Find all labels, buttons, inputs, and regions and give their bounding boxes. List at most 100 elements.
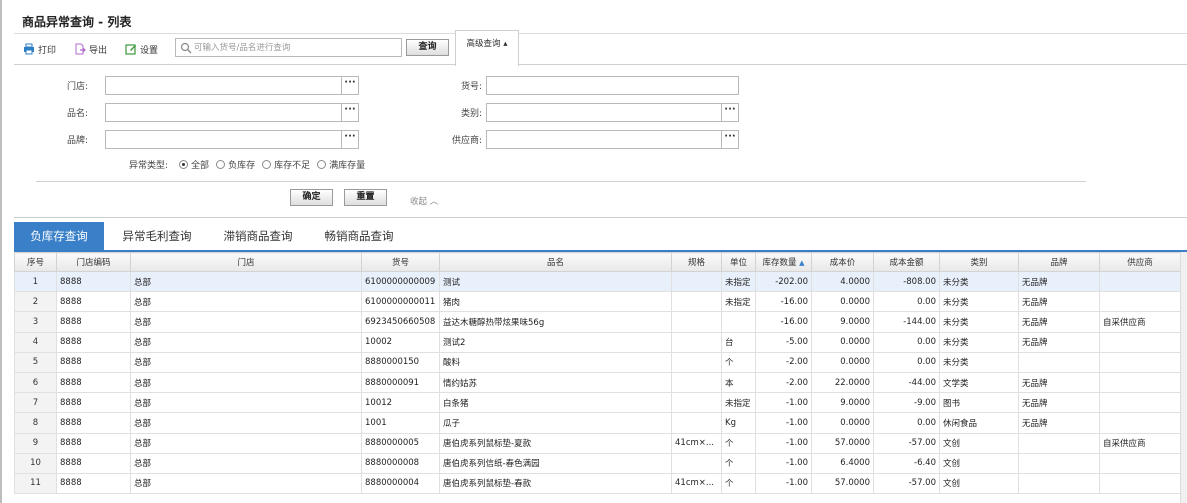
col-header-item-no[interactable]: 货号 xyxy=(361,252,440,272)
cell-brand: 无品牌 xyxy=(1018,371,1100,394)
table-row[interactable]: 5 8888 总部 8880000150 酸料 个 -2.00 0.0000 0.00 未分类 xyxy=(14,351,1181,373)
store-field[interactable]: ··· xyxy=(105,76,359,95)
cell-spec xyxy=(671,371,722,394)
app-frame: 商品异常查询 - 列表 打印 导出 设置 可输入货号/品名进行查询 查询 高级查… xyxy=(0,0,1187,503)
cell-store-code: 8888 xyxy=(56,291,131,313)
brand-field[interactable]: ··· xyxy=(105,130,359,149)
cell-category: 文学类 xyxy=(939,371,1019,394)
col-header-stock-qty[interactable]: 库存数量 ▲ xyxy=(755,252,812,272)
reset-button[interactable]: 重置 xyxy=(344,189,387,206)
brand-picker-button[interactable]: ··· xyxy=(341,131,358,148)
category-label: 类别: xyxy=(460,109,482,119)
radio-full-stock-label: 满库存量 xyxy=(329,161,366,171)
cell-supplier xyxy=(1099,331,1181,353)
cell-supplier: 自采供应商 xyxy=(1099,311,1181,333)
product-name-picker-button[interactable]: ··· xyxy=(341,104,358,121)
table-row[interactable]: 1 8888 总部 6100000000009 测试 未指定 -202.00 4.0000 -8… xyxy=(14,270,1181,293)
tab-slow-moving[interactable]: 滞销商品查询 xyxy=(212,222,304,250)
supplier-picker-button[interactable]: ··· xyxy=(721,131,738,148)
cell-item-no: 1001 xyxy=(361,412,440,434)
category-picker-button[interactable]: ··· xyxy=(721,104,738,121)
search-icon xyxy=(180,42,192,54)
advanced-query-tab[interactable]: 高级查询 ▴ xyxy=(455,30,519,66)
cell-brand xyxy=(1018,351,1100,373)
radio-negative-stock[interactable] xyxy=(216,160,226,169)
search-input[interactable] xyxy=(194,40,399,55)
tab-negative-stock[interactable]: 负库存查询 xyxy=(14,222,104,250)
table-row[interactable]: 2 8888 总部 6100000000011 猪肉 未指定 -16.00 0.0000 0.0… xyxy=(14,291,1181,313)
abnormal-type-group: 异常类型: 全部 负库存 库存不足 满库存量 xyxy=(129,158,369,171)
cell-supplier xyxy=(1099,412,1181,434)
result-table: 序号 门店编码 门店 货号 品名 规格 单位 库存数量 ▲ 成本价 成本金额 类… xyxy=(14,252,1181,495)
col-header-seq[interactable]: 序号 xyxy=(14,252,57,272)
row-seq: 2 xyxy=(14,291,57,313)
col-header-spec[interactable]: 规格 xyxy=(671,252,722,272)
cell-cost-amount: -6.40 xyxy=(873,452,940,474)
cell-product-name: 白条猪 xyxy=(439,392,672,414)
cell-unit: 未指定 xyxy=(721,270,756,293)
table-row[interactable]: 11 8888 总部 8880000004 唐伯虎系列鼠标垫-春款 41cm×... 个 -1… xyxy=(14,472,1181,495)
col-header-supplier[interactable]: 供应商 xyxy=(1099,252,1181,272)
table-row[interactable]: 10 8888 总部 8880000008 唐伯虎系列信纸-春色满园 个 -1.00 6.40… xyxy=(14,452,1181,474)
col-header-product-name[interactable]: 品名 xyxy=(439,252,672,272)
col-header-cost-price[interactable]: 成本价 xyxy=(811,252,874,272)
collapse-link[interactable]: 收起 ︿ xyxy=(410,195,438,207)
cell-stock-qty: -5.00 xyxy=(755,331,812,353)
cell-supplier: 自采供应商 xyxy=(1099,432,1181,454)
export-button[interactable]: 导出 xyxy=(74,41,107,57)
table-row[interactable]: 8 8888 总部 1001 瓜子 Kg -1.00 0.0000 0.00 休闲食品 无品牌 xyxy=(14,412,1181,434)
cell-category: 未分类 xyxy=(939,351,1019,373)
export-icon xyxy=(75,43,86,55)
col-header-store[interactable]: 门店 xyxy=(130,252,362,272)
tab-best-selling[interactable]: 畅销商品查询 xyxy=(313,222,405,250)
cell-cost-price: 0.0000 xyxy=(811,412,874,434)
category-field[interactable]: ··· xyxy=(486,103,739,122)
store-picker-button[interactable]: ··· xyxy=(341,77,358,94)
print-button[interactable]: 打印 xyxy=(23,41,56,57)
table-row[interactable]: 6 8888 总部 8880000091 情约姑苏 本 -2.00 22.0000 -44.00… xyxy=(14,371,1181,394)
table-row[interactable]: 9 8888 总部 8880000005 唐伯虎系列鼠标垫-夏款 41cm×... 个 -1.… xyxy=(14,432,1181,454)
cell-spec: 41cm×... xyxy=(671,472,722,495)
cell-category: 未分类 xyxy=(939,331,1019,353)
settings-button[interactable]: 设置 xyxy=(125,41,158,57)
col-header-category[interactable]: 类别 xyxy=(939,252,1019,272)
cell-cost-price: 0.0000 xyxy=(811,351,874,373)
query-button[interactable]: 查询 xyxy=(406,39,449,56)
cell-category: 图书 xyxy=(939,392,1019,414)
tab-abnormal-margin[interactable]: 异常毛利查询 xyxy=(111,222,203,250)
cell-item-no: 10002 xyxy=(361,331,440,353)
supplier-field[interactable]: ··· xyxy=(486,130,739,149)
cell-stock-qty: -1.00 xyxy=(755,432,812,454)
radio-low-stock[interactable] xyxy=(262,160,272,169)
table-row[interactable]: 3 8888 总部 6923450660508 益达木糖醇热带炫果味56g -16.00 9… xyxy=(14,311,1181,333)
table-row[interactable]: 4 8888 总部 10002 测试2 台 -5.00 0.0000 0.00 未分类 无品牌 xyxy=(14,331,1181,353)
col-header-cost-amount[interactable]: 成本金额 xyxy=(873,252,940,272)
col-header-unit[interactable]: 单位 xyxy=(721,252,756,272)
cell-product-name: 情约姑苏 xyxy=(439,371,672,394)
cell-supplier xyxy=(1099,452,1181,474)
radio-all-label: 全部 xyxy=(191,161,210,171)
product-name-field[interactable]: ··· xyxy=(105,103,359,122)
filter-divider xyxy=(36,181,1086,182)
item-no-field[interactable] xyxy=(486,76,739,95)
cell-spec xyxy=(671,392,722,414)
table-row[interactable]: 7 8888 总部 10012 白条猪 未指定 -1.00 9.0000 -9.00 图书 无品牌 xyxy=(14,392,1181,414)
cell-item-no: 6923450660508 xyxy=(361,311,440,333)
vertical-scrollbar[interactable] xyxy=(1180,252,1187,503)
cell-spec xyxy=(671,291,722,313)
product-name-label: 品名: xyxy=(66,109,88,119)
confirm-button[interactable]: 确定 xyxy=(290,189,333,206)
cell-product-name: 唐伯虎系列信纸-春色满园 xyxy=(439,452,672,474)
col-header-store-code[interactable]: 门店编码 xyxy=(56,252,131,272)
cell-unit: 个 xyxy=(721,452,756,474)
cell-unit: 未指定 xyxy=(721,392,756,414)
radio-all[interactable] xyxy=(179,160,189,169)
col-header-brand[interactable]: 品牌 xyxy=(1018,252,1100,272)
cell-unit: Kg xyxy=(721,412,756,434)
col-header-stock-qty-label: 库存数量 xyxy=(762,258,797,268)
cell-supplier xyxy=(1099,291,1181,313)
page-title: 商品异常查询 - 列表 xyxy=(22,15,132,29)
row-seq: 6 xyxy=(14,371,57,394)
radio-full-stock[interactable] xyxy=(317,160,327,169)
cell-category: 休闲食品 xyxy=(939,412,1019,434)
